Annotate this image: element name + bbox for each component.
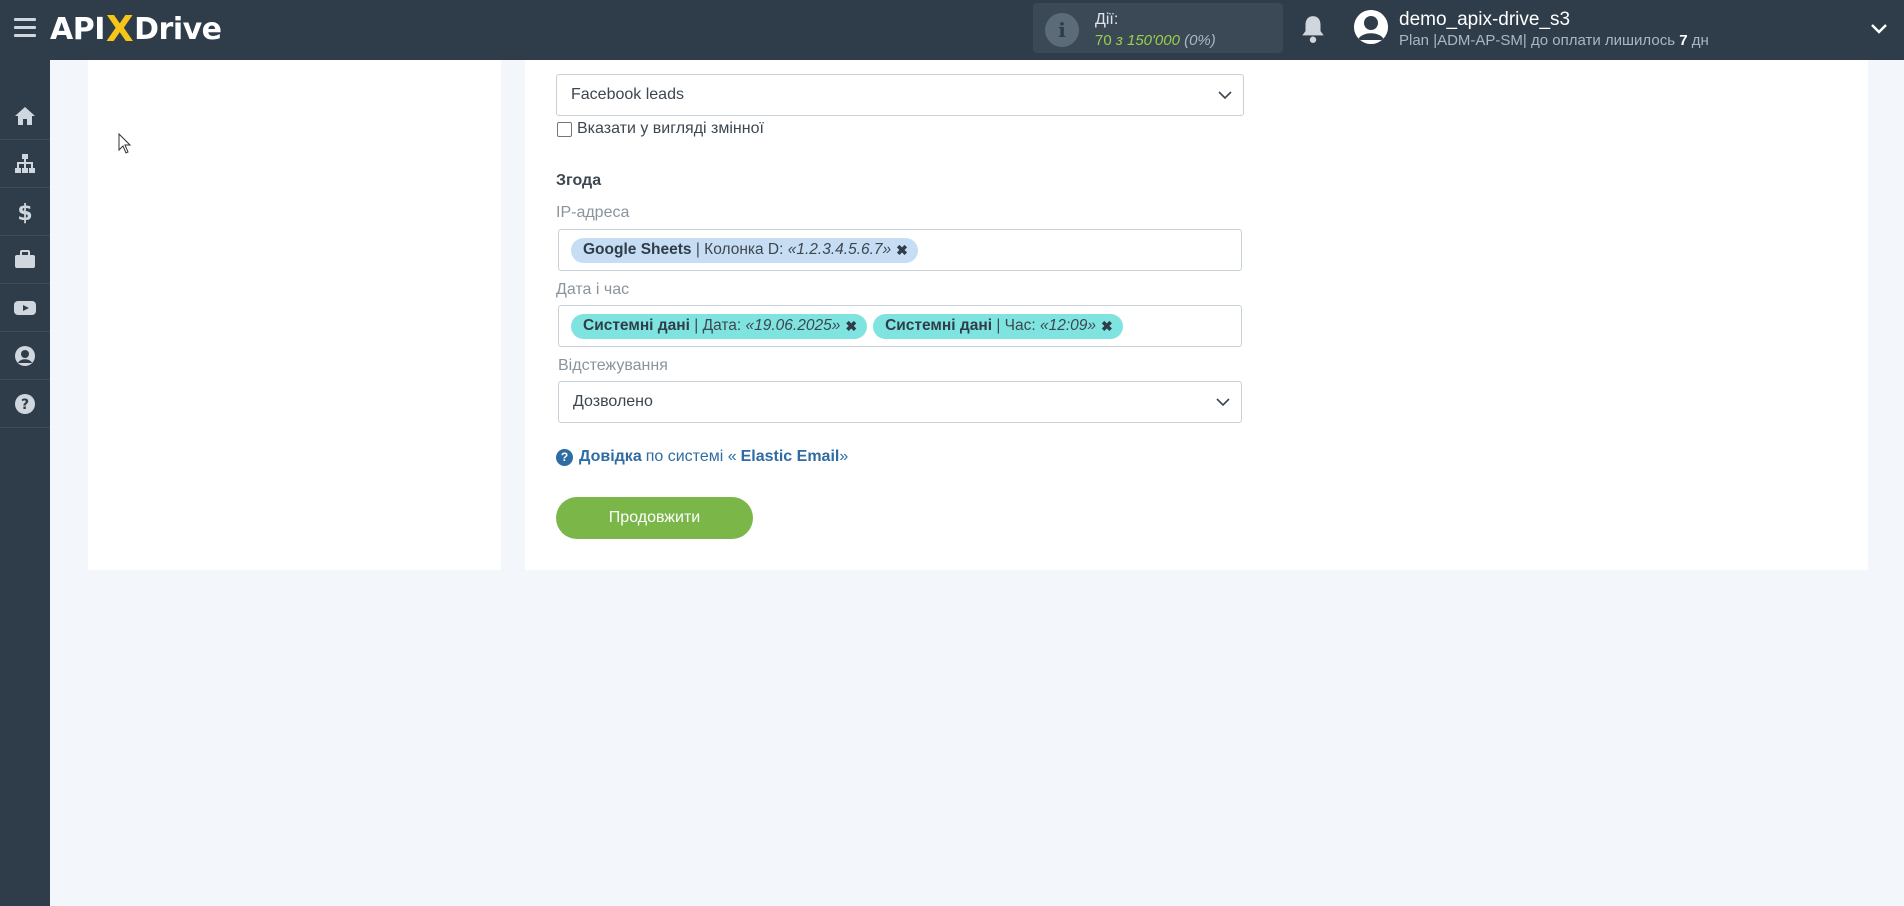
ip-address-label: IP-адреса <box>556 204 630 221</box>
sidebar-item-account[interactable] <box>0 333 50 380</box>
sitemap-icon <box>15 154 35 173</box>
remove-tag-icon[interactable]: ✖ <box>896 242 908 259</box>
datetime-input[interactable]: Системні дані | Дата: «19.06.2025» ✖ Сис… <box>558 305 1242 347</box>
datetime-label: Дата і час <box>556 281 630 298</box>
variable-checkbox[interactable] <box>557 121 572 137</box>
sidebar-item-video[interactable] <box>0 285 50 332</box>
sidebar-item-projects[interactable] <box>0 237 50 284</box>
tag-value: «19.06.2025» <box>745 317 841 334</box>
svg-text:?: ? <box>21 397 29 413</box>
actions-total: з 150'000 <box>1115 32 1180 49</box>
tag-value: «12:09» <box>1039 317 1096 334</box>
chevron-down-icon <box>1218 91 1232 100</box>
sidebar-item-home[interactable] <box>0 93 50 140</box>
tag-value: «1.2.3.4.5.6.7» <box>787 241 892 258</box>
info-icon: i <box>1045 13 1079 47</box>
ip-tag: Google Sheets | Колонка D: «1.2.3.4.5.6.… <box>571 237 918 263</box>
list-select[interactable]: Facebook leads <box>556 74 1244 116</box>
help-icon: ? <box>15 394 35 414</box>
chevron-down-icon[interactable] <box>1869 19 1889 39</box>
tracking-select[interactable]: Дозволено <box>558 381 1242 423</box>
date-tag: Системні дані | Дата: «19.06.2025» ✖ <box>571 313 868 339</box>
sidebar-item-connections[interactable] <box>0 141 50 188</box>
actions-counter: i Дії: 70 з 150'000 (0%) <box>1033 3 1283 53</box>
list-field-label: Список <box>556 46 614 60</box>
user-avatar[interactable] <box>1354 10 1388 44</box>
dollar-icon: $ <box>17 201 32 224</box>
tag-source: Системні дані <box>885 317 992 334</box>
variable-checkbox-row[interactable]: Вказати у вигляді змінної <box>557 120 764 138</box>
home-icon <box>15 107 35 125</box>
bell-icon[interactable] <box>1300 14 1326 44</box>
continue-button[interactable]: Продовжити <box>556 497 753 539</box>
hamburger-menu-icon[interactable] <box>14 18 36 38</box>
logo-text-api: API <box>50 11 105 47</box>
list-select-value: Facebook leads <box>571 86 684 103</box>
left-panel <box>88 60 501 570</box>
ip-address-input[interactable]: Google Sheets | Колонка D: «1.2.3.4.5.6.… <box>558 229 1242 271</box>
remove-tag-icon[interactable]: ✖ <box>845 318 857 335</box>
tracking-select-value: Дозволено <box>573 393 653 410</box>
actions-used: 70 <box>1095 32 1112 49</box>
tracking-label: Відстежування <box>558 357 668 374</box>
time-tag: Системні дані | Час: «12:09» ✖ <box>873 313 1123 339</box>
briefcase-icon <box>15 250 35 268</box>
user-plan: Plan |ADM-AP-SM| до оплати лишилось 7 дн <box>1399 32 1709 49</box>
sidebar-item-billing[interactable]: $ <box>0 189 50 236</box>
sidebar-item-help[interactable]: ? <box>0 381 50 428</box>
top-bar: API X Drive i Дії: 70 з 150'000 (0%) demo_… <box>0 0 1904 60</box>
help-text: по системі « <box>645 448 737 465</box>
tag-field: | Час: <box>996 317 1036 334</box>
chevron-down-icon <box>1216 398 1230 407</box>
help-text-end: » <box>839 448 849 465</box>
help-link[interactable]: Довідка <box>579 448 642 466</box>
plan-text: Plan |ADM-AP-SM| до оплати лишилось <box>1399 32 1676 49</box>
tag-field: | Колонка D: <box>695 241 784 258</box>
actions-value: 70 з 150'000 (0%) <box>1095 32 1216 49</box>
youtube-icon <box>14 301 36 315</box>
remove-tag-icon[interactable]: ✖ <box>1101 318 1113 335</box>
actions-label: Дії: <box>1095 11 1119 28</box>
mouse-cursor-icon <box>118 133 132 154</box>
question-circle-icon: ? <box>556 448 573 466</box>
help-system-link[interactable]: Elastic Email <box>741 448 840 466</box>
user-icon <box>15 346 35 366</box>
help-line: ? Довідка по системі «Elastic Email» <box>556 448 848 466</box>
variable-checkbox-label[interactable]: Вказати у вигляді змінної <box>577 120 764 138</box>
svg-text:$: $ <box>17 201 32 224</box>
plan-days: 7 <box>1679 32 1688 49</box>
logo-text-x: X <box>105 8 134 50</box>
plan-days-unit: дн <box>1691 32 1709 49</box>
user-name[interactable]: demo_apix-drive_s3 <box>1399 9 1570 31</box>
tag-source: Системні дані <box>583 317 690 334</box>
tag-source: Google Sheets <box>583 241 692 258</box>
consent-section-title: Згода <box>556 172 602 189</box>
sidebar: $ ? <box>0 60 50 906</box>
apix-drive-logo[interactable]: API X Drive <box>50 8 222 50</box>
tag-field: | Дата: <box>694 317 742 334</box>
logo-text-drive: Drive <box>134 11 222 47</box>
actions-percent: (0%) <box>1184 32 1216 49</box>
